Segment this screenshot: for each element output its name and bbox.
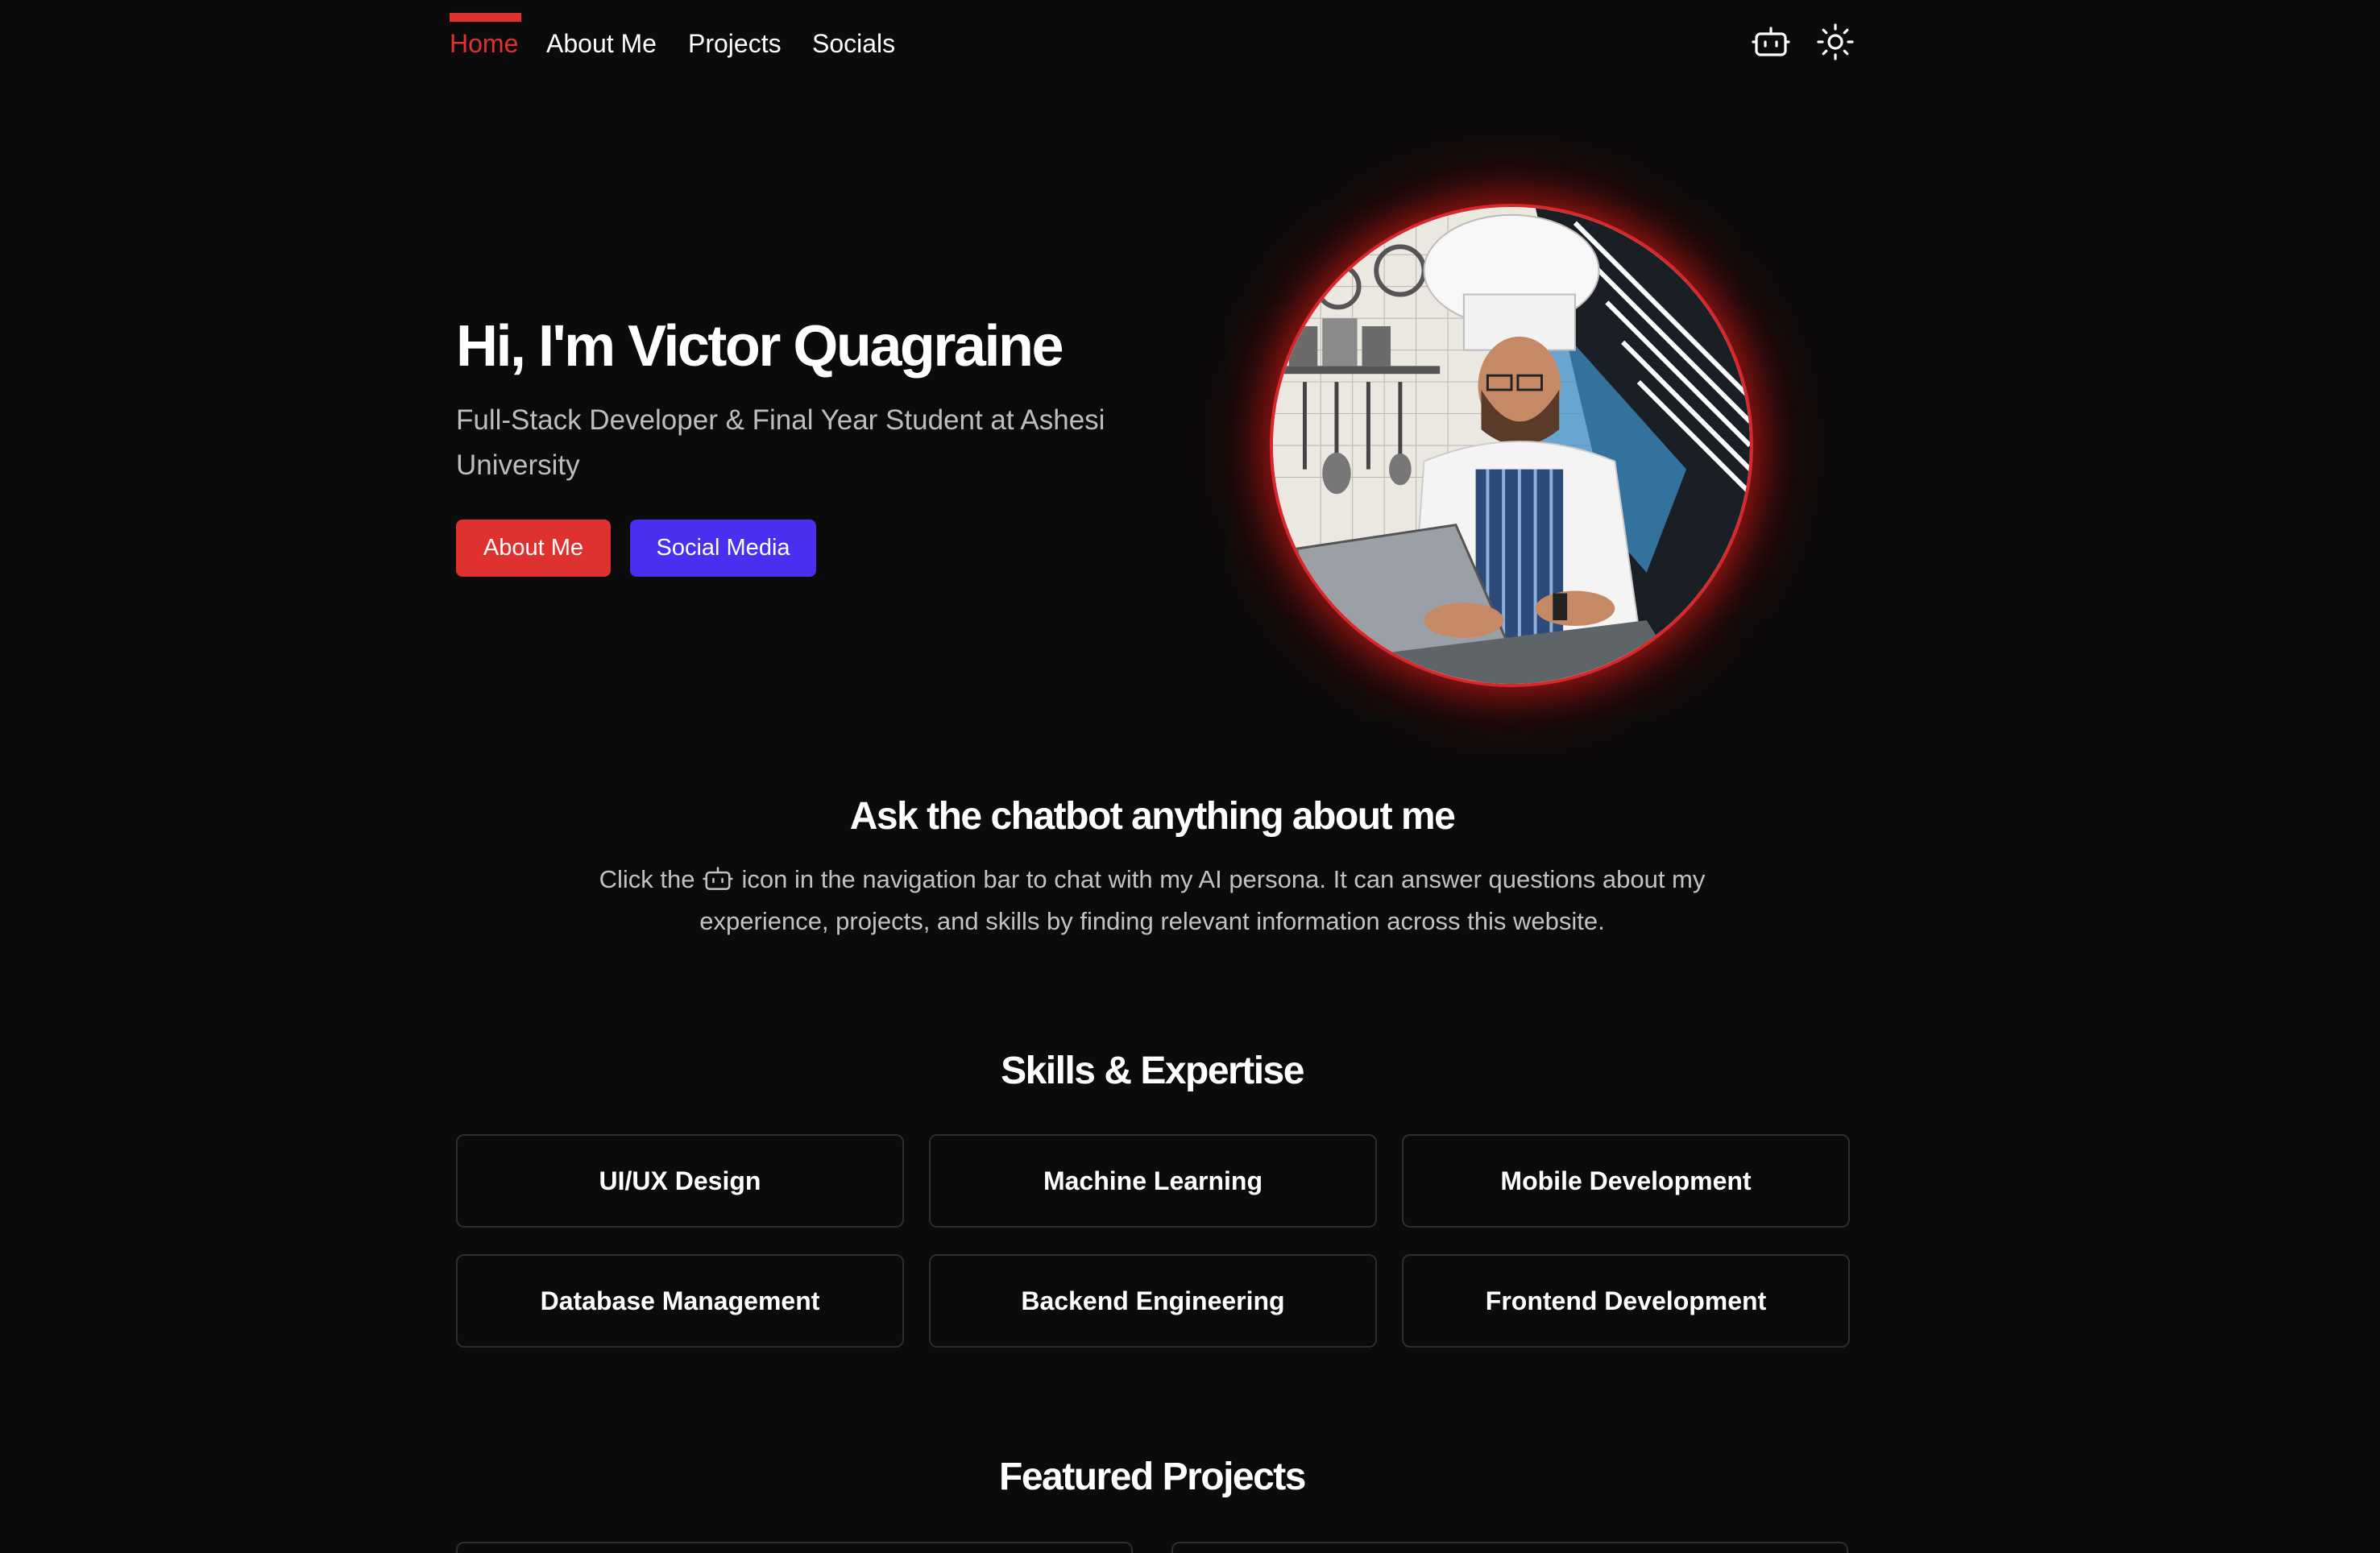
- nav-about-link[interactable]: About Me: [546, 27, 657, 60]
- hero-subtitle: Full-Stack Developer & Final Year Studen…: [456, 404, 1105, 481]
- skill-card-backend-engineering: Backend Engineering: [929, 1254, 1377, 1348]
- top-navigation: Home About Me Projects Socials: [450, 0, 1855, 89]
- skills-section-title: Skills & Expertise: [1001, 1050, 1304, 1092]
- skill-card-frontend-development: Frontend Development: [1402, 1254, 1850, 1348]
- avatar: [1270, 204, 1753, 687]
- page: Home About Me Projects Socials Hi, I'm V…: [0, 0, 2380, 1553]
- project-card[interactable]: [456, 1542, 1133, 1553]
- robot-icon[interactable]: [1752, 23, 1790, 61]
- chatbot-desc-before: Click the: [599, 865, 695, 893]
- nav-projects-link[interactable]: Projects: [688, 27, 782, 60]
- project-card[interactable]: [1171, 1542, 1848, 1553]
- chatbot-desc-after: icon in the navigation bar to chat with …: [699, 865, 1706, 935]
- skill-card-ui-ux-design: UI/UX Design: [456, 1134, 904, 1228]
- sun-icon[interactable]: [1816, 23, 1855, 61]
- active-tab-indicator: [450, 13, 521, 22]
- hero-title: Hi, I'm Victor Quagraine: [456, 314, 1064, 379]
- skill-card-database-management: Database Management: [456, 1254, 904, 1348]
- featured-projects-title: Featured Projects: [999, 1456, 1306, 1498]
- skill-card-machine-learning: Machine Learning: [929, 1134, 1377, 1228]
- nav-socials-link[interactable]: Socials: [812, 27, 895, 60]
- about-me-button[interactable]: About Me: [456, 520, 611, 577]
- chef-coding-illustration: [1273, 207, 1750, 684]
- inline-robot-icon: [703, 863, 734, 894]
- skill-card-mobile-development: Mobile Development: [1402, 1134, 1850, 1228]
- chatbot-section-title: Ask the chatbot anything about me: [849, 795, 1456, 838]
- social-media-button[interactable]: Social Media: [630, 520, 816, 577]
- chatbot-description: Click the icon in the navigation bar to c…: [588, 859, 1716, 942]
- nav-home-link[interactable]: Home: [450, 27, 518, 60]
